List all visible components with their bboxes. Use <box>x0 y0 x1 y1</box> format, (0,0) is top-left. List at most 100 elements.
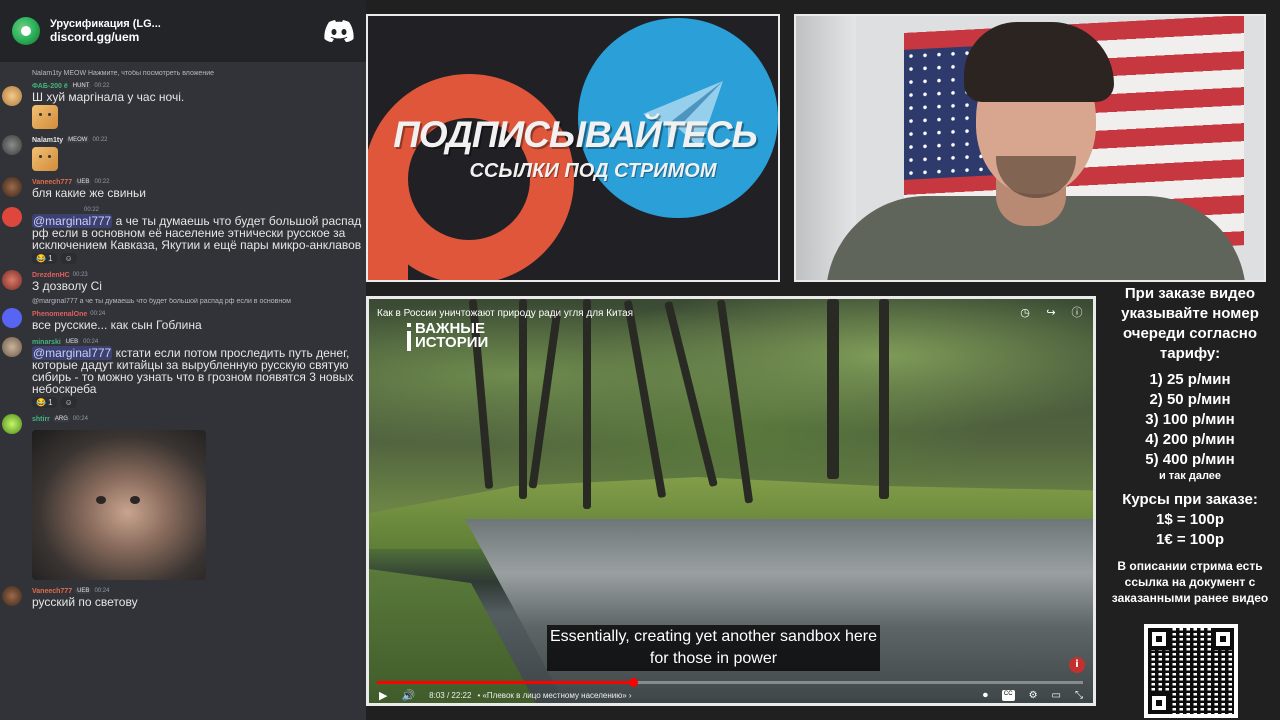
username[interactable]: Nalam1ty <box>32 137 63 144</box>
username[interactable]: ФАБ-200 ё <box>32 83 68 90</box>
message-text: З дозволу Сі <box>32 279 102 293</box>
tariff-item: 3) 100 р/мин <box>1145 411 1235 428</box>
username[interactable]: PhenomenalOne <box>32 311 87 318</box>
chat-message: Vaneech777 UEB 00:24 русский по светову <box>0 586 366 608</box>
username[interactable]: DrezdenHC <box>32 272 70 279</box>
rate-item: 1€ = 100р <box>1156 531 1224 548</box>
time-display: 8:03 / 22:22 <box>429 690 472 700</box>
tariff-item: 4) 200 р/мин <box>1145 431 1235 448</box>
user-badge: UEB <box>63 339 81 345</box>
video-title[interactable]: Как в России уничтожают природу ради угл… <box>377 308 633 319</box>
brand-logo-bar <box>407 331 411 351</box>
brand-logo-dot <box>407 323 411 327</box>
message-text: @marginal777 а че ты думаешь что будет б… <box>32 214 366 251</box>
subscribe-promo-panel: ПОДПИСЫВАЙТЕСЬ ССЫЛКИ ПОД СТРИМОМ <box>366 14 780 282</box>
exit-fullscreen-icon[interactable]: ⤡ <box>1075 690 1083 701</box>
avatar[interactable] <box>2 586 22 606</box>
chat-message: 00:22 @marginal777 а че ты думаешь что б… <box>0 205 366 264</box>
progress-bar[interactable] <box>377 678 1083 687</box>
description-note: В описании стрима есть ссылка на докумен… <box>1111 559 1269 605</box>
volume-icon[interactable]: 🔊 <box>401 689 415 702</box>
patreon-logo-stem <box>368 176 408 280</box>
tree-trunk <box>827 299 839 479</box>
channel-watermark: ВАЖНЫЕ ИСТОРИИ <box>415 321 489 351</box>
tariff-list: 1) 25 р/мин 2) 50 р/мин 3) 100 р/мин 4) … <box>1100 370 1280 482</box>
username[interactable]: minarski <box>32 339 61 346</box>
user-badge: UEB <box>75 588 92 594</box>
timestamp: 00:24 <box>90 311 106 317</box>
chat-message: minarski UEB 00:24 @marginal777 кстати е… <box>0 337 366 408</box>
timestamp: 00:22 <box>92 137 108 143</box>
qr-code <box>1144 624 1238 718</box>
autoplay-toggle-icon[interactable]: ⏺ <box>983 690 988 701</box>
progress-scrubber[interactable] <box>628 678 638 687</box>
image-attachment[interactable] <box>32 430 206 580</box>
order-info-panel: При заказе видео указывайте номер очеред… <box>1100 284 1280 718</box>
chat-message: DrezdenHC 00:23 З дозволу Сі <box>0 270 366 292</box>
message-text: @marginal777 кстати если потом проследит… <box>32 346 366 395</box>
channel-watermark-line2: ИСТОРИИ <box>415 334 489 351</box>
order-info-heading: При заказе видео указывайте номер очеред… <box>1121 285 1259 362</box>
timestamp: 00:24 <box>94 588 110 594</box>
username[interactable]: Vaneech777 <box>32 179 72 186</box>
discord-logo-icon <box>324 20 354 42</box>
server-name: Урусификация (LG... <box>50 18 161 30</box>
message-text: русский по светову <box>32 595 138 609</box>
user-badge: UEB <box>75 179 92 185</box>
timestamp: 00:22 <box>84 207 100 213</box>
avatar[interactable] <box>2 337 22 357</box>
reply-preview[interactable]: @marginal777 а че ты думаешь что будет б… <box>32 298 366 309</box>
tree-trunk <box>519 299 527 499</box>
qr-finder <box>1148 692 1170 714</box>
rate-item: 1$ = 100р <box>1156 511 1224 528</box>
info-card-icon[interactable]: i <box>1069 657 1085 673</box>
username[interactable]: Vaneech777 <box>32 588 72 595</box>
avatar[interactable] <box>2 86 22 106</box>
message-list: Nalam1ty MEOW Нажмите, чтобы посмотреть … <box>0 70 366 614</box>
avatar[interactable] <box>2 177 22 197</box>
webcam-feed <box>794 14 1266 282</box>
youtube-player[interactable]: Как в России уничтожают природу ради угл… <box>366 296 1096 706</box>
progress-played <box>377 681 633 684</box>
qr-code-pattern <box>1148 628 1234 714</box>
reaction-smile[interactable]: ☺ <box>60 397 77 408</box>
stream-layout: Урусификация (LG... discord.gg/uem Nalam… <box>0 0 1280 720</box>
reply-preview[interactable]: Nalam1ty MEOW Нажмите, чтобы посмотреть … <box>32 70 366 81</box>
chat-message: @marginal777 а че ты думаешь что будет б… <box>0 298 366 331</box>
caption-line-1: Essentially, creating yet another sandbo… <box>550 628 878 645</box>
message-text: бля какие же свиньи <box>32 186 147 200</box>
play-icon[interactable]: ▶ <box>379 689 387 702</box>
settings-gear-icon[interactable]: ⚙ <box>1029 690 1038 701</box>
tree-trunk <box>879 299 889 499</box>
timestamp: 00:22 <box>94 179 110 185</box>
discord-chat-panel: Урусификация (LG... discord.gg/uem Nalam… <box>0 0 366 720</box>
reaction-laugh[interactable]: 😂 1 <box>32 397 57 408</box>
caption-line-2: for those in power <box>649 650 778 667</box>
clock-icon[interactable]: ◷ <box>1019 307 1031 319</box>
tariff-item: 1) 25 р/мин <box>1149 371 1231 388</box>
qr-finder <box>1148 628 1170 650</box>
info-icon[interactable]: ⓘ <box>1071 307 1083 319</box>
username[interactable]: shtirr <box>32 416 50 423</box>
avatar[interactable] <box>2 270 22 290</box>
cast-icon[interactable]: ▭ <box>1052 690 1061 701</box>
reaction-smile[interactable]: ☺ <box>60 253 77 264</box>
avatar[interactable] <box>2 207 22 227</box>
user-badge: ARG <box>52 416 70 422</box>
closed-caption: Essentially, creating yet another sandbo… <box>547 625 881 671</box>
chapter-title[interactable]: • «Плевок в лицо местному населению» › <box>477 691 631 700</box>
chat-header: Урусификация (LG... discord.gg/uem <box>0 0 366 62</box>
avatar[interactable] <box>2 414 22 434</box>
share-icon[interactable]: ↪ <box>1045 307 1057 319</box>
chat-message: Nalam1ty MEOW Нажмите, чтобы посмотреть … <box>0 70 366 129</box>
qr-finder <box>1212 628 1234 650</box>
server-invite[interactable]: discord.gg/uem <box>50 30 161 44</box>
captions-icon[interactable]: CC <box>1001 689 1015 701</box>
tree-trunk <box>583 299 591 509</box>
promo-title: ПОДПИСЫВАЙТЕСЬ <box>393 114 757 155</box>
reaction-laugh[interactable]: 😂 1 <box>32 253 57 264</box>
message-text: Ш хуй маргінала у час ночі. <box>32 90 185 104</box>
tariff-item: 2) 50 р/мин <box>1149 391 1231 408</box>
avatar[interactable] <box>2 135 22 155</box>
avatar[interactable] <box>2 308 22 328</box>
